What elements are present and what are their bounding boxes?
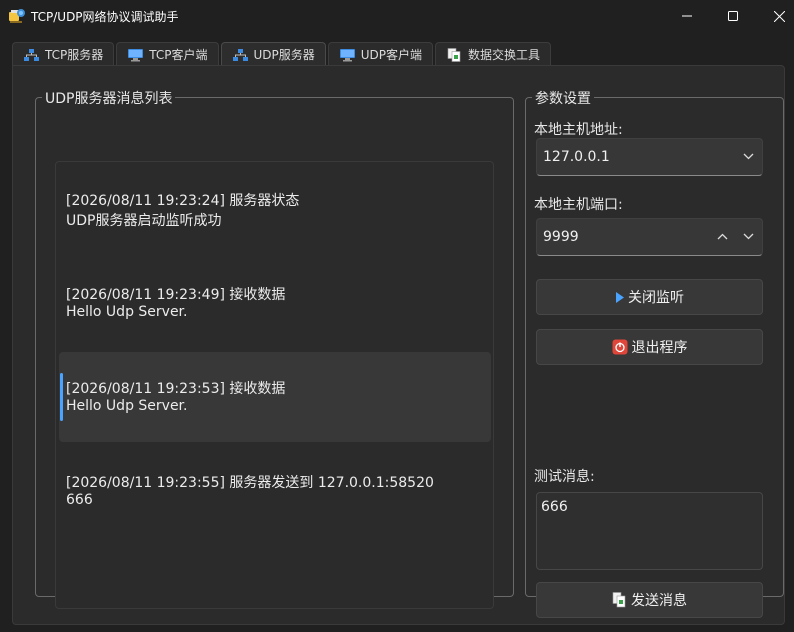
maximize-button[interactable] — [710, 0, 756, 32]
maximize-icon — [728, 11, 738, 21]
list-item[interactable]: [2026/08/11 19:23:24] 服务器状态 UDP服务器启动监听成功 — [59, 164, 491, 254]
message-body: UDP服务器启动监听成功 — [66, 213, 222, 229]
message-list[interactable]: [2026/08/11 19:23:24] 服务器状态 UDP服务器启动监听成功… — [55, 161, 494, 609]
chevron-up-icon[interactable] — [717, 233, 728, 240]
minimize-button[interactable] — [664, 0, 710, 32]
port-spinbox[interactable]: 9999 — [536, 218, 763, 256]
selection-indicator — [60, 373, 63, 421]
messages-group-title: UDP服务器消息列表 — [42, 88, 176, 108]
app-icon — [9, 9, 25, 23]
chevron-down-icon[interactable] — [743, 233, 754, 240]
tab-label: 数据交换工具 — [468, 48, 541, 62]
documents-icon — [447, 47, 461, 62]
stop-listening-label: 关闭监听 — [628, 290, 684, 306]
test-message-label: 测试消息: — [534, 469, 595, 485]
exit-program-button[interactable]: 退出程序 — [536, 329, 763, 365]
message-header: [2026/08/11 19:23:55] 服务器发送到 127.0.0.1:5… — [66, 475, 434, 491]
monitor-icon — [339, 48, 355, 61]
tab-label: TCP服务器 — [45, 48, 104, 62]
settings-group-title: 参数设置 — [532, 88, 594, 108]
tab-tcp-client[interactable]: TCP客户端 — [116, 42, 219, 66]
close-button[interactable] — [756, 0, 794, 32]
documents-icon — [612, 592, 627, 608]
tab-label: UDP服务器 — [253, 48, 315, 62]
tab-label: TCP客户端 — [149, 48, 208, 62]
message-body: Hello Udp Server. — [66, 398, 188, 414]
tab-data-exchange[interactable]: 数据交换工具 — [435, 42, 552, 66]
play-icon — [615, 291, 624, 303]
message-header: [2026/08/11 19:23:53] 接收数据 — [66, 381, 286, 397]
message-body: 666 — [66, 492, 93, 508]
port-value: 9999 — [543, 229, 579, 245]
message-header: [2026/08/11 19:23:49] 接收数据 — [66, 287, 286, 303]
message-header: [2026/08/11 19:23:24] 服务器状态 — [66, 193, 300, 209]
window-title: TCP/UDP网络协议调试助手 — [31, 10, 179, 24]
host-address-combo[interactable]: 127.0.0.1 — [536, 138, 763, 176]
tab-bar: TCP服务器 TCP客户端 UDP服务器 UDP客户端 数据交换工具 — [12, 42, 553, 66]
test-message-value: 666 — [541, 499, 568, 515]
port-label: 本地主机端口: — [534, 197, 623, 213]
tab-tcp-server[interactable]: TCP服务器 — [12, 42, 115, 66]
title-bar: TCP/UDP网络协议调试助手 — [0, 0, 794, 32]
chevron-down-icon[interactable] — [743, 153, 754, 160]
power-icon — [612, 339, 628, 355]
tab-udp-server[interactable]: UDP服务器 — [220, 42, 326, 66]
network-icon — [24, 48, 39, 61]
send-message-label: 发送消息 — [631, 593, 687, 609]
network-icon — [232, 48, 248, 61]
tab-label: UDP客户端 — [360, 48, 423, 62]
message-body: Hello Udp Server. — [66, 304, 188, 320]
tab-panel-udp-server: UDP服务器消息列表 [2026/08/11 19:23:24] 服务器状态 U… — [12, 65, 785, 625]
host-address-value: 127.0.0.1 — [543, 149, 610, 165]
list-item[interactable]: [2026/08/11 19:23:55] 服务器发送到 127.0.0.1:5… — [59, 446, 491, 536]
list-item[interactable]: [2026/08/11 19:23:49] 接收数据 Hello Udp Ser… — [59, 258, 491, 348]
minimize-icon — [682, 15, 692, 17]
monitor-icon — [128, 48, 144, 61]
close-icon — [773, 10, 785, 22]
test-message-input[interactable]: 666 — [536, 492, 763, 570]
tab-udp-client[interactable]: UDP客户端 — [327, 42, 434, 66]
list-item-selected[interactable]: [2026/08/11 19:23:53] 接收数据 Hello Udp Ser… — [59, 352, 491, 442]
window-body: TCP服务器 TCP客户端 UDP服务器 UDP客户端 数据交换工具 UDP服务… — [0, 32, 794, 632]
send-message-button[interactable]: 发送消息 — [536, 582, 763, 618]
stop-listening-button[interactable]: 关闭监听 — [536, 279, 763, 315]
host-label: 本地主机地址: — [534, 122, 623, 138]
exit-program-label: 退出程序 — [631, 340, 688, 356]
